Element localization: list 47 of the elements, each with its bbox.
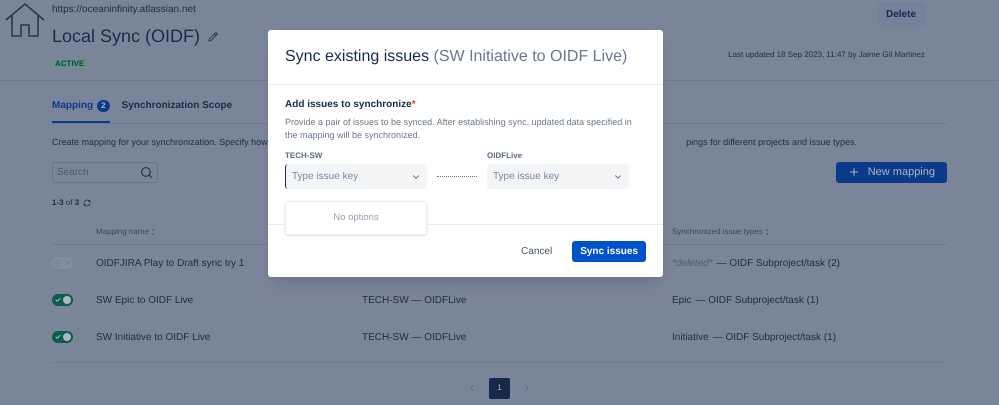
dialog-title: Sync existing issues (SW Initiative to OIDF Live) [285,47,628,67]
column-header[interactable]: Mapping name [96,226,149,238]
last-updated-text: Last updated 18 Sep 2023, 11:47 by Jaime Gil Martinez [728,49,925,61]
field-placeholder: Type issue key [493,170,560,184]
tab[interactable]: Synchronization Scope [122,98,232,123]
section-label: Add issues to synchronize* [285,98,417,112]
issue-key-select[interactable]: Type issue key [487,164,629,189]
issue-key-select[interactable]: Type issue key [285,164,427,189]
url-text: https://oceaninfinity.atlassian.net [52,3,197,17]
target-issue-type: — OIDF Subproject/task (1) [695,294,819,308]
mapping-name: OIDFJIRA Play to Draft sync try 1 [96,256,246,270]
delete-button[interactable]: Delete [876,2,925,27]
mapping-name: SW Initiative to OIDF Live [96,330,212,344]
cancel-button[interactable]: Cancel [517,238,556,264]
projects-cell-text: TECH-SW — OIDFLive [362,294,468,308]
field-label: OIDFLive [487,150,524,162]
description-text: pings for different projects and issue types. [686,136,857,149]
dotted-connector [437,176,477,177]
source-issue-type: Initiative [672,330,709,344]
no-options-text: No options [333,210,379,225]
target-issue-type: — OIDF Subproject/task (2) [716,256,840,270]
field-label: TECH-SW [285,150,324,162]
sync-issues-button[interactable]: Sync issues [572,240,646,262]
help-text: Provide a pair of issues to be synced. After establishing sync, updated data specified in the mapping will be synchronized. [285,116,633,142]
description-text: Create mapping for your synchronization. Specify how [52,136,268,149]
source-issue-type: Epic [672,294,692,308]
page-title: Local Sync (OIDF) [52,25,200,48]
count-badge: 2 [97,100,110,112]
edit-icon[interactable] [208,32,218,42]
toggle-switch[interactable] [52,294,73,306]
field-placeholder: Type issue key [292,170,360,184]
status-badge: ACTIVE [52,58,88,70]
check-icon [55,334,61,340]
refresh-icon[interactable] [83,198,92,206]
new-mapping-button[interactable]: New mapping [836,162,947,182]
tab[interactable]: Mapping 2 [52,98,110,123]
result-count: 1-3 of 3 [52,196,80,208]
projects-cell-text: TECH-SW — OIDFLive [362,330,468,344]
mapping-name: SW Epic to OIDF Live [96,294,194,308]
house-icon [4,2,46,38]
check-icon [55,297,61,303]
page-button[interactable]: 1 [489,378,510,398]
search-icon[interactable] [140,166,153,178]
column-header[interactable]: Synchronized issue types [672,226,763,238]
toggle-switch[interactable] [52,331,73,343]
plus-icon [848,166,860,178]
target-issue-type: — OIDF Subproject/task (1) [712,330,836,344]
